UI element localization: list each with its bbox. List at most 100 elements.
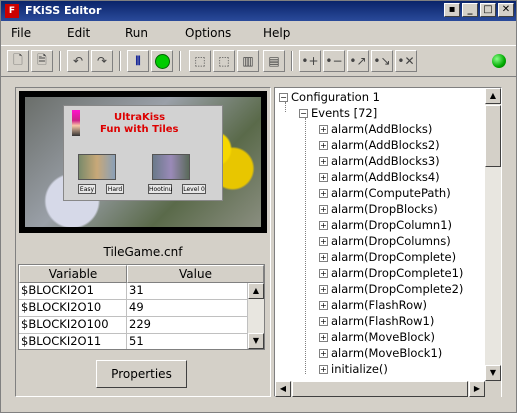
expand-icon[interactable]: + [319,141,328,150]
collapse-icon[interactable]: − [299,109,308,118]
expand-icon[interactable]: + [319,269,328,278]
menu-bar: File Edit Run Options Help [1,23,516,43]
open-file-icon[interactable]: 🗎 [31,50,53,72]
tree-label: alarm(FlashRow) [331,298,428,312]
tree-label: alarm(AddBlocks4) [331,170,440,184]
flag-icon: F [5,4,19,18]
tree-node-configuration[interactable]: − Configuration 1 [279,89,380,105]
table-row[interactable]: $BLOCKI2O10 49 [19,300,264,317]
column-header-value[interactable]: Value [127,265,264,283]
expand-icon[interactable]: + [319,205,328,214]
undo-icon[interactable]: ↶ [67,50,89,72]
tree-item-event[interactable]: + alarm(FlashRow1) [319,313,434,329]
tree-label: alarm(MoveBlock) [331,330,435,344]
expand-icon[interactable]: + [319,221,328,230]
tree-item-event[interactable]: + alarm(AddBlocks3) [319,153,440,169]
app-menu-icon[interactable]: ▪ [444,3,460,17]
menu-run[interactable]: Run [125,26,148,40]
table-scrollbar[interactable]: ▲ ▼ [247,283,264,349]
scroll-down-arrow-icon[interactable]: ▼ [485,365,501,381]
preview-title: UltraKiss [114,112,166,123]
variable-value: 49 [127,300,248,316]
tree-label: alarm(DropColumn1) [331,218,453,232]
scroll-thumb[interactable] [292,381,468,397]
expand-icon[interactable]: + [319,333,328,342]
run-events-icon[interactable]: ⦀ [127,50,149,72]
tree-item-event[interactable]: + alarm(DropColumn1) [319,217,452,233]
scroll-thumb[interactable] [485,105,501,167]
table-row[interactable]: $BLOCKI2O11 51 [19,334,264,349]
add-icon[interactable]: •+ [299,50,321,72]
tree-item-event[interactable]: + initialize() [319,361,388,377]
expand-icon[interactable]: + [319,253,328,262]
variable-value: 229 [127,317,248,333]
expand-icon[interactable]: + [319,317,328,326]
remove-icon[interactable]: •− [323,50,345,72]
menu-file[interactable]: File [11,26,31,40]
collapse-icon[interactable]: − [279,93,288,102]
tool-b-icon[interactable]: ⬚ [213,50,235,72]
tree-item-event[interactable]: + alarm(DropBlocks) [319,201,438,217]
properties-button[interactable]: Properties [96,360,187,388]
tree-horizontal-scrollbar[interactable]: ◀ ▶ [275,381,485,397]
config-filename: TileGame.cnf [103,245,183,259]
close-button[interactable]: ✕ [498,3,514,17]
preview-easy-button: Easy [78,184,96,194]
tree-item-event[interactable]: + alarm(AddBlocks) [319,121,432,137]
preview-card: UltraKiss Fun with Tiles Easy Hard Hooti… [63,105,223,201]
expand-icon[interactable]: + [319,301,328,310]
tree-label: Events [72] [311,106,378,120]
scroll-up-arrow-icon[interactable]: ▲ [248,283,264,299]
expand-icon[interactable]: + [319,173,328,182]
tree-item-event[interactable]: + alarm(DropComplete) [319,249,456,265]
variable-name: $BLOCKI2O10 [19,300,127,316]
tree-item-event[interactable]: + alarm(DropColumns) [319,233,451,249]
tool-d-icon[interactable]: ▤ [263,50,285,72]
tree-item-event[interactable]: + alarm(AddBlocks2) [319,137,440,153]
tree-vertical-scrollbar[interactable]: ▲ ▼ [485,88,501,381]
expand-icon[interactable]: + [319,189,328,198]
preview-image: UltraKiss Fun with Tiles Easy Hard Hooti… [19,91,267,233]
preview-hootinu-button: Hootinu [148,184,173,194]
menu-help[interactable]: Help [263,26,290,40]
tree-node-events[interactable]: − Events [72] [299,105,377,121]
tool-a-icon[interactable]: ⬚ [189,50,211,72]
tree-item-event[interactable]: + alarm(DropComplete1) [319,265,463,281]
event-tree: − Configuration 1 − Events [72] + alarm(Add… [274,87,502,397]
move-down-icon[interactable]: •↘ [371,50,393,72]
scroll-up-arrow-icon[interactable]: ▲ [485,88,501,104]
tree-label: alarm(AddBlocks2) [331,138,440,152]
minimize-button[interactable]: _ [462,3,478,17]
table-row[interactable]: $BLOCKI2O100 229 [19,317,264,334]
expand-icon[interactable]: + [319,157,328,166]
tree-item-event[interactable]: + alarm(ComputePath) [319,185,451,201]
expand-icon[interactable]: + [319,285,328,294]
expand-icon[interactable]: + [319,125,328,134]
redo-icon[interactable]: ↷ [91,50,113,72]
delete-icon[interactable]: •✕ [395,50,417,72]
window-title: FKiSS Editor [25,4,102,17]
menu-options[interactable]: Options [185,26,231,40]
run-green-icon[interactable] [151,50,173,72]
scroll-down-arrow-icon[interactable]: ▼ [248,333,264,349]
new-file-icon[interactable]: 🗋 [7,50,29,72]
variable-name: $BLOCKI2O11 [19,334,127,349]
table-row[interactable]: $BLOCKI2O1 31 [19,283,264,300]
menu-edit[interactable]: Edit [67,26,90,40]
maximize-button[interactable]: □ [480,3,496,17]
expand-icon[interactable]: + [319,237,328,246]
tree-item-event[interactable]: + alarm(DropComplete2) [319,281,463,297]
tool-c-icon[interactable]: ▥ [237,50,259,72]
tree-label: alarm(MoveBlock1) [331,346,443,360]
move-up-icon[interactable]: •↗ [347,50,369,72]
tree-item-event[interactable]: + alarm(MoveBlock) [319,329,435,345]
expand-icon[interactable]: + [319,349,328,358]
expand-icon[interactable]: + [319,365,328,374]
tree-item-event[interactable]: + alarm(MoveBlock1) [319,345,442,361]
column-header-variable[interactable]: Variable [19,265,127,283]
tree-item-event[interactable]: + alarm(FlashRow) [319,297,427,313]
scroll-left-arrow-icon[interactable]: ◀ [275,381,291,397]
preview-level-button: Level 0 [182,184,206,194]
tree-item-event[interactable]: + alarm(AddBlocks4) [319,169,440,185]
scroll-right-arrow-icon[interactable]: ▶ [469,381,485,397]
